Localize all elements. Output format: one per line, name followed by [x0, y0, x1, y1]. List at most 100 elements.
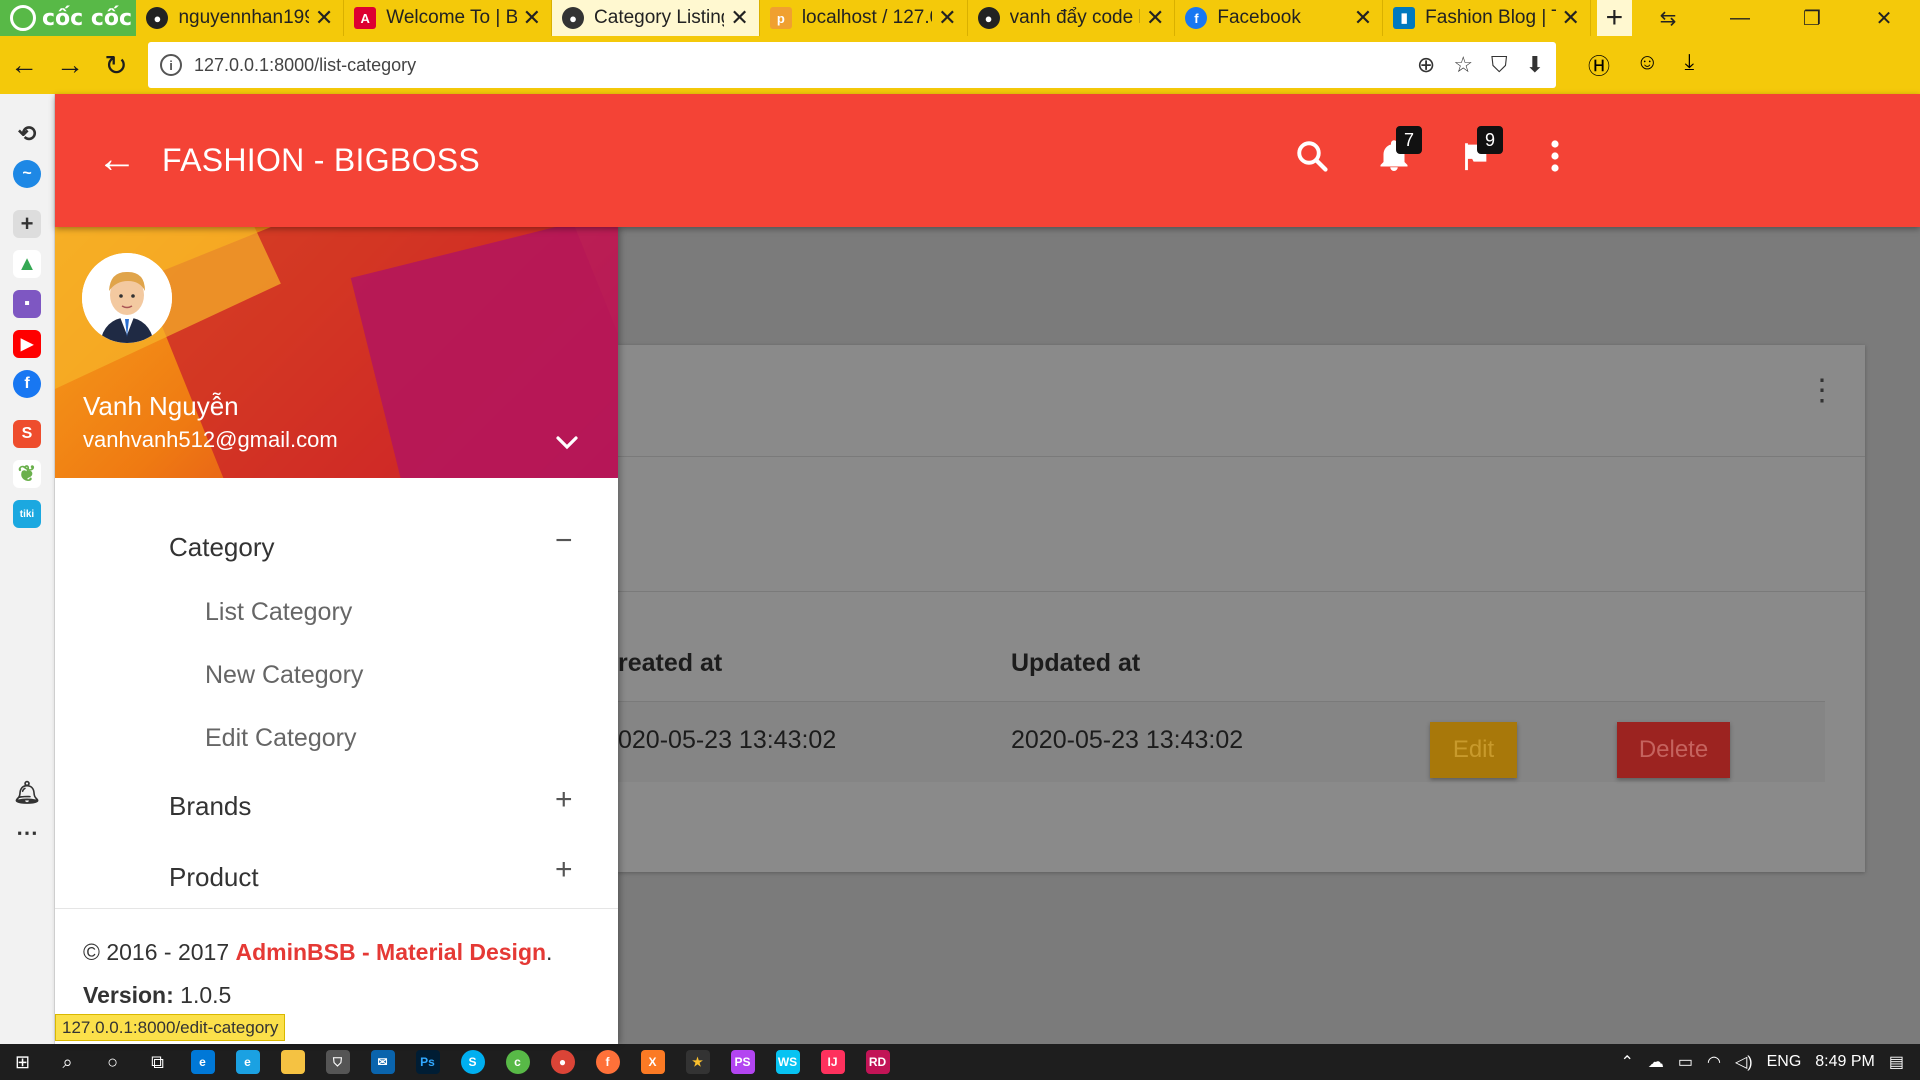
wifi-icon[interactable]: ◠: [1707, 1052, 1721, 1072]
close-icon[interactable]: ✕: [730, 5, 748, 31]
expand-icon[interactable]: +: [555, 783, 573, 817]
reload-icon[interactable]: ↻: [94, 43, 138, 87]
delete-button[interactable]: Delete: [1617, 722, 1730, 778]
tray-chevron-icon[interactable]: ⌃: [1620, 1052, 1633, 1072]
tab-welcome[interactable]: A Welcome To | Boo ✕: [344, 0, 553, 36]
download-page-icon[interactable]: ⬇: [1526, 52, 1544, 78]
zoom-icon[interactable]: ⊕: [1417, 52, 1435, 78]
youtube-icon[interactable]: ▶: [13, 330, 41, 358]
notifications-button[interactable]: 7: [1372, 126, 1422, 178]
phpstorm-icon[interactable]: PS: [720, 1044, 765, 1080]
close-icon[interactable]: ✕: [523, 5, 541, 31]
coccoc-taskbar-icon[interactable]: c: [495, 1044, 540, 1080]
card-toolbar: [618, 457, 1865, 592]
forward-icon[interactable]: →: [48, 43, 92, 87]
edge-icon[interactable]: e: [180, 1044, 225, 1080]
battery-icon[interactable]: ▭: [1678, 1052, 1693, 1072]
tab-facebook[interactable]: f Facebook ✕: [1175, 0, 1384, 36]
coccoc-logo[interactable]: cốc cốc: [0, 0, 137, 36]
sidebar-item-list-category[interactable]: List Category: [205, 598, 352, 627]
onedrive-icon[interactable]: ☁: [1648, 1052, 1664, 1072]
extension-icon[interactable]: Ⓗ: [1588, 49, 1610, 81]
photoshop-icon[interactable]: Ps: [405, 1044, 450, 1080]
messenger-icon[interactable]: ~: [13, 160, 41, 188]
action-center-icon[interactable]: ▤: [1889, 1052, 1904, 1072]
page-title[interactable]: FASHION - BIGBOSS: [162, 142, 480, 179]
bookmark-star-icon[interactable]: ☆: [1453, 52, 1473, 78]
google-drive-icon[interactable]: ▲: [13, 250, 41, 278]
skype-icon[interactable]: S: [450, 1044, 495, 1080]
intellij-icon[interactable]: IJ: [810, 1044, 855, 1080]
app-header: ← FASHION - BIGBOSS 7 9: [55, 94, 1920, 227]
close-icon[interactable]: ✕: [315, 5, 333, 31]
chrome-icon[interactable]: ●: [540, 1044, 585, 1080]
back-icon[interactable]: ←: [2, 43, 46, 87]
system-tray: ⌃ ☁ ▭ ◠ ◁) ENG 8:49 PM ▤: [1620, 1052, 1920, 1072]
shield-icon[interactable]: ⛉: [1491, 52, 1508, 78]
collapse-icon[interactable]: −: [555, 524, 573, 558]
bell-icon[interactable]: 🔔︎: [13, 779, 41, 807]
tiki-icon[interactable]: tiki: [13, 500, 41, 528]
chevron-down-icon[interactable]: [555, 427, 579, 458]
store-icon[interactable]: ⛉: [315, 1044, 360, 1080]
url-input[interactable]: i 127.0.0.1:8000/list-category ⊕ ☆ ⛉ ⬇: [148, 42, 1556, 88]
leaf-icon[interactable]: ❦: [13, 460, 41, 488]
avatar[interactable]: [82, 253, 172, 343]
shopee-icon[interactable]: S: [13, 420, 41, 448]
close-icon[interactable]: ✕: [1146, 5, 1164, 31]
search-icon[interactable]: ⌕: [45, 1044, 90, 1080]
sidebar-item-product[interactable]: Product: [169, 862, 259, 893]
xampp-icon[interactable]: X: [630, 1044, 675, 1080]
sidebar-item-category[interactable]: Category: [169, 532, 275, 563]
tab-github-nguyennhan[interactable]: ● nguyennhan1998/ ✕: [136, 0, 345, 36]
language-indicator[interactable]: ENG: [1767, 1053, 1802, 1071]
sidebar-item-new-category[interactable]: New Category: [205, 661, 363, 690]
trello-icon: ▮: [1393, 7, 1416, 29]
card-more-vert-icon[interactable]: ⋮: [1807, 376, 1837, 406]
facebook-icon[interactable]: f: [13, 370, 41, 398]
flags-button[interactable]: 9: [1453, 126, 1503, 178]
sidebar-item-brands[interactable]: Brands: [169, 791, 251, 822]
new-tab-button[interactable]: +: [1596, 0, 1632, 36]
minimize-icon[interactable]: —: [1704, 0, 1776, 36]
clock[interactable]: 8:49 PM: [1815, 1053, 1875, 1071]
contacts-icon[interactable]: ▪: [13, 290, 41, 318]
more-vert-icon[interactable]: [1533, 134, 1577, 178]
history-icon[interactable]: ⟲: [13, 120, 41, 148]
task-view-icon[interactable]: ⧉: [135, 1044, 180, 1080]
brand-link[interactable]: AdminBSB - Material Design: [236, 939, 547, 965]
volume-icon[interactable]: ◁): [1735, 1052, 1753, 1072]
tab-search-icon[interactable]: ⇆: [1632, 0, 1704, 36]
rider-icon[interactable]: RD: [855, 1044, 900, 1080]
downloads-icon[interactable]: ⤓: [1684, 49, 1694, 81]
tab-phpmyadmin[interactable]: p localhost / 127.0.0 ✕: [759, 0, 968, 36]
star-app-icon[interactable]: ★: [675, 1044, 720, 1080]
close-icon[interactable]: ✕: [938, 5, 956, 31]
cell-created-at: 020-05-23 13:43:02: [618, 726, 837, 754]
webstorm-icon[interactable]: WS: [765, 1044, 810, 1080]
firefox-icon[interactable]: f: [585, 1044, 630, 1080]
user-name: Vanh Nguyễn: [83, 391, 239, 421]
search-icon[interactable]: [1290, 134, 1334, 178]
edit-button[interactable]: Edit: [1430, 722, 1517, 778]
add-panel-icon[interactable]: +: [13, 210, 41, 238]
window-close-icon[interactable]: ✕: [1848, 0, 1920, 36]
expand-icon[interactable]: +: [555, 853, 573, 887]
more-icon[interactable]: ⋯: [13, 819, 41, 847]
file-explorer-icon[interactable]: [270, 1044, 315, 1080]
ie-icon[interactable]: e: [225, 1044, 270, 1080]
close-icon[interactable]: ✕: [1562, 5, 1580, 31]
tab-trello[interactable]: ▮ Fashion Blog | Trel ✕: [1383, 0, 1591, 36]
sidebar-item-edit-category[interactable]: Edit Category: [205, 724, 356, 753]
windows-start-icon[interactable]: ⊞: [0, 1044, 45, 1080]
tab-github-vanh[interactable]: ● vanh đẩy code khi ✕: [967, 0, 1176, 36]
profile-avatar-icon[interactable]: ☺: [1636, 49, 1658, 81]
site-info-icon[interactable]: i: [160, 54, 182, 76]
arrow-back-icon[interactable]: ←: [97, 139, 137, 179]
mail-icon[interactable]: ✉: [360, 1044, 405, 1080]
close-icon[interactable]: ✕: [1354, 5, 1372, 31]
cortana-icon[interactable]: ○: [90, 1044, 135, 1080]
angular-icon: A: [354, 7, 377, 29]
restore-icon[interactable]: ❐: [1776, 0, 1848, 36]
tab-category-listing[interactable]: ● Category Listing ✕: [552, 0, 760, 36]
